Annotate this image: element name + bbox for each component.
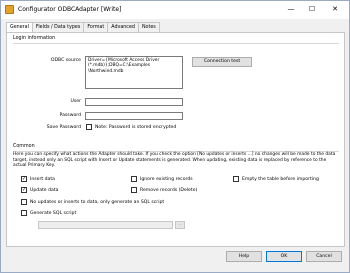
empty-table-label: Empty the table before importing xyxy=(242,177,319,182)
general-panel: Login information ODBC source Driver={Mi… xyxy=(6,32,345,247)
maximize-button[interactable]: ☐ xyxy=(304,3,320,16)
remove-records-label: Remove records (Delete) xyxy=(140,188,198,193)
user-field[interactable] xyxy=(85,98,183,106)
title-bar: Configurator ODBCAdapter [Write] — ☐ ✕ xyxy=(1,1,349,19)
generate-sql-checkbox[interactable] xyxy=(21,210,27,216)
cancel-button[interactable]: Cancel xyxy=(306,251,342,262)
tab-format[interactable]: Format xyxy=(83,22,109,32)
help-button[interactable]: Help xyxy=(226,251,262,262)
no-updates-label: No updates or inserts to data, only gene… xyxy=(30,200,165,205)
generate-sql-label: Generate SQL script xyxy=(30,211,77,216)
login-divider xyxy=(13,43,339,44)
ok-button[interactable]: OK xyxy=(266,251,302,262)
window-title: Configurator ODBCAdapter [Write] xyxy=(18,6,122,13)
tab-bar: General Fields / Data types Format Advan… xyxy=(6,22,160,33)
save-password-note: Note: Password is stored encrypted xyxy=(95,125,177,130)
odbc-source-label: ODBC source xyxy=(50,58,81,63)
app-icon xyxy=(5,5,14,14)
update-data-checkbox[interactable]: ✓ xyxy=(21,187,27,193)
ignore-existing-label: Ignore existing records xyxy=(140,177,193,182)
common-group-title: Common xyxy=(13,144,35,149)
update-data-label: Update data xyxy=(30,188,59,193)
no-updates-checkbox[interactable] xyxy=(21,199,27,205)
minimize-button[interactable]: — xyxy=(283,3,299,16)
insert-data-label: Insert data xyxy=(30,177,55,182)
password-label: Password xyxy=(59,113,81,118)
connection-test-button[interactable]: Connection test xyxy=(192,57,252,67)
insert-data-checkbox[interactable]: ✓ xyxy=(21,176,27,182)
common-description: Here you can specify what actions the Ad… xyxy=(13,152,336,169)
odbc-source-field[interactable]: Driver={Microsoft Access Driver (*.mdb)}… xyxy=(85,56,183,89)
user-label: User xyxy=(70,99,81,104)
odbc-source-line: \Northwind.mdb xyxy=(88,68,124,74)
configurator-window: Configurator ODBCAdapter [Write] — ☐ ✕ G… xyxy=(0,0,350,273)
browse-button[interactable]: ... xyxy=(175,221,185,229)
tab-fields-data-types[interactable]: Fields / Data types xyxy=(31,22,85,32)
tab-notes[interactable]: Notes xyxy=(137,22,160,32)
empty-table-checkbox[interactable] xyxy=(233,176,239,182)
close-button[interactable]: ✕ xyxy=(327,3,343,16)
password-field[interactable] xyxy=(85,112,183,120)
tab-advanced[interactable]: Advanced xyxy=(107,22,139,32)
save-password-label: Save Password xyxy=(46,125,81,130)
ignore-existing-checkbox[interactable] xyxy=(131,176,137,182)
login-group-title: Login information xyxy=(13,36,56,41)
save-password-checkbox[interactable] xyxy=(86,124,92,130)
remove-records-checkbox[interactable] xyxy=(131,187,137,193)
sql-script-path-field[interactable] xyxy=(38,221,173,229)
